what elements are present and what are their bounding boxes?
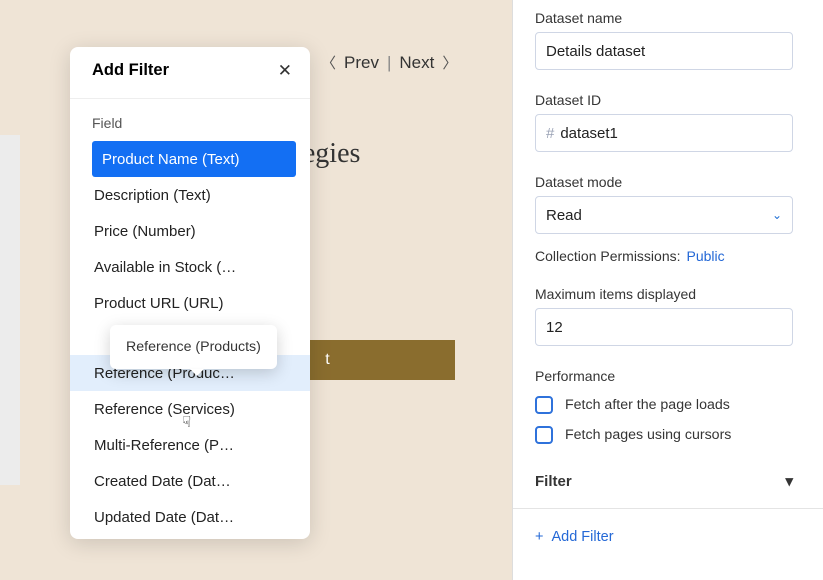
field-option-product-url[interactable]: Product URL (URL): [70, 285, 296, 321]
close-icon[interactable]: ✕: [278, 62, 292, 79]
field-option-multi-reference[interactable]: Multi-Reference (P…: [70, 427, 296, 463]
dataset-mode-label: Dataset mode: [535, 174, 793, 190]
field-option-product-name[interactable]: Product Name (Text): [92, 141, 296, 177]
plus-icon: +: [535, 529, 543, 545]
dataset-mode-value: Read: [546, 207, 582, 224]
divider: [513, 508, 823, 509]
field-option-reference-services[interactable]: Reference (Services): [70, 391, 296, 427]
popup-field-label: Field: [70, 99, 310, 141]
field-option-updated-date[interactable]: Updated Date (Dat…: [70, 499, 296, 535]
filter-section-label: Filter: [535, 473, 572, 490]
pager-nav: 〈 Prev | Next 〉: [321, 52, 457, 73]
field-tooltip-text: Reference (Products): [126, 339, 261, 355]
dataset-name-value: Details dataset: [546, 43, 645, 60]
add-filter-popup: Add Filter ✕ Field Product Name (Text) D…: [70, 47, 310, 539]
dataset-id-label: Dataset ID: [535, 92, 793, 108]
canvas-button-label: t: [325, 351, 329, 369]
chevron-left-icon[interactable]: 〈: [321, 52, 336, 73]
chevron-down-icon: ⌄: [772, 208, 782, 222]
popup-title: Add Filter: [92, 61, 169, 80]
add-filter-label: Add Filter: [551, 529, 613, 545]
max-items-label: Maximum items displayed: [535, 286, 793, 302]
dataset-name-input[interactable]: Details dataset: [535, 32, 793, 70]
canvas-side-shadow: [0, 135, 20, 485]
filter-section-toggle[interactable]: Filter ▾: [535, 472, 793, 490]
settings-panel: Dataset name Details dataset Dataset ID …: [512, 0, 823, 580]
collection-permissions-label: Collection Permissions:: [535, 248, 681, 264]
field-option-created-date[interactable]: Created Date (Dat…: [70, 463, 296, 499]
collection-permissions-link[interactable]: Public: [687, 248, 725, 264]
dataset-id-input[interactable]: dataset1: [535, 114, 793, 152]
dataset-mode-select[interactable]: Read ⌄: [535, 196, 793, 234]
add-filter-button[interactable]: + Add Filter: [535, 529, 793, 545]
max-items-input[interactable]: 12: [535, 308, 793, 346]
pager-next[interactable]: Next: [399, 53, 434, 73]
fetch-after-label: Fetch after the page loads: [565, 397, 730, 413]
pager-prev[interactable]: Prev: [344, 53, 379, 73]
dataset-name-label: Dataset name: [535, 10, 793, 26]
field-option-available[interactable]: Available in Stock (…: [70, 249, 296, 285]
fetch-cursors-label: Fetch pages using cursors: [565, 427, 731, 443]
performance-label: Performance: [535, 368, 793, 384]
max-items-value: 12: [546, 319, 563, 336]
dataset-id-value: dataset1: [560, 125, 618, 142]
fetch-after-checkbox[interactable]: [535, 396, 553, 414]
pager-separator: |: [387, 53, 391, 73]
fetch-cursors-checkbox[interactable]: [535, 426, 553, 444]
field-tooltip: Reference (Products): [110, 325, 277, 369]
field-option-description[interactable]: Description (Text): [70, 177, 296, 213]
field-option-price[interactable]: Price (Number): [70, 213, 296, 249]
caret-down-icon: ▾: [785, 472, 793, 490]
chevron-right-icon[interactable]: 〉: [442, 52, 457, 73]
